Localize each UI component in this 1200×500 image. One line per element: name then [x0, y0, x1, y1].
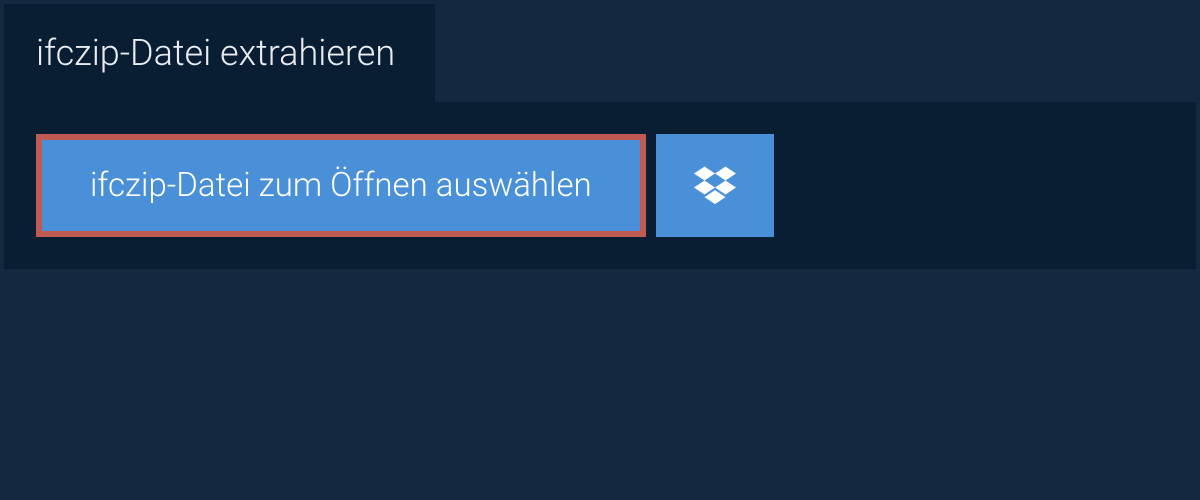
select-file-button-label: ifczip-Datei zum Öffnen auswählen — [90, 166, 592, 205]
page-title: ifczip-Datei extrahieren — [4, 4, 435, 102]
dropbox-icon — [694, 163, 736, 209]
file-select-panel: ifczip-Datei zum Öffnen auswählen — [4, 102, 1196, 269]
dropbox-button[interactable] — [656, 134, 774, 237]
select-file-button[interactable]: ifczip-Datei zum Öffnen auswählen — [36, 134, 646, 237]
